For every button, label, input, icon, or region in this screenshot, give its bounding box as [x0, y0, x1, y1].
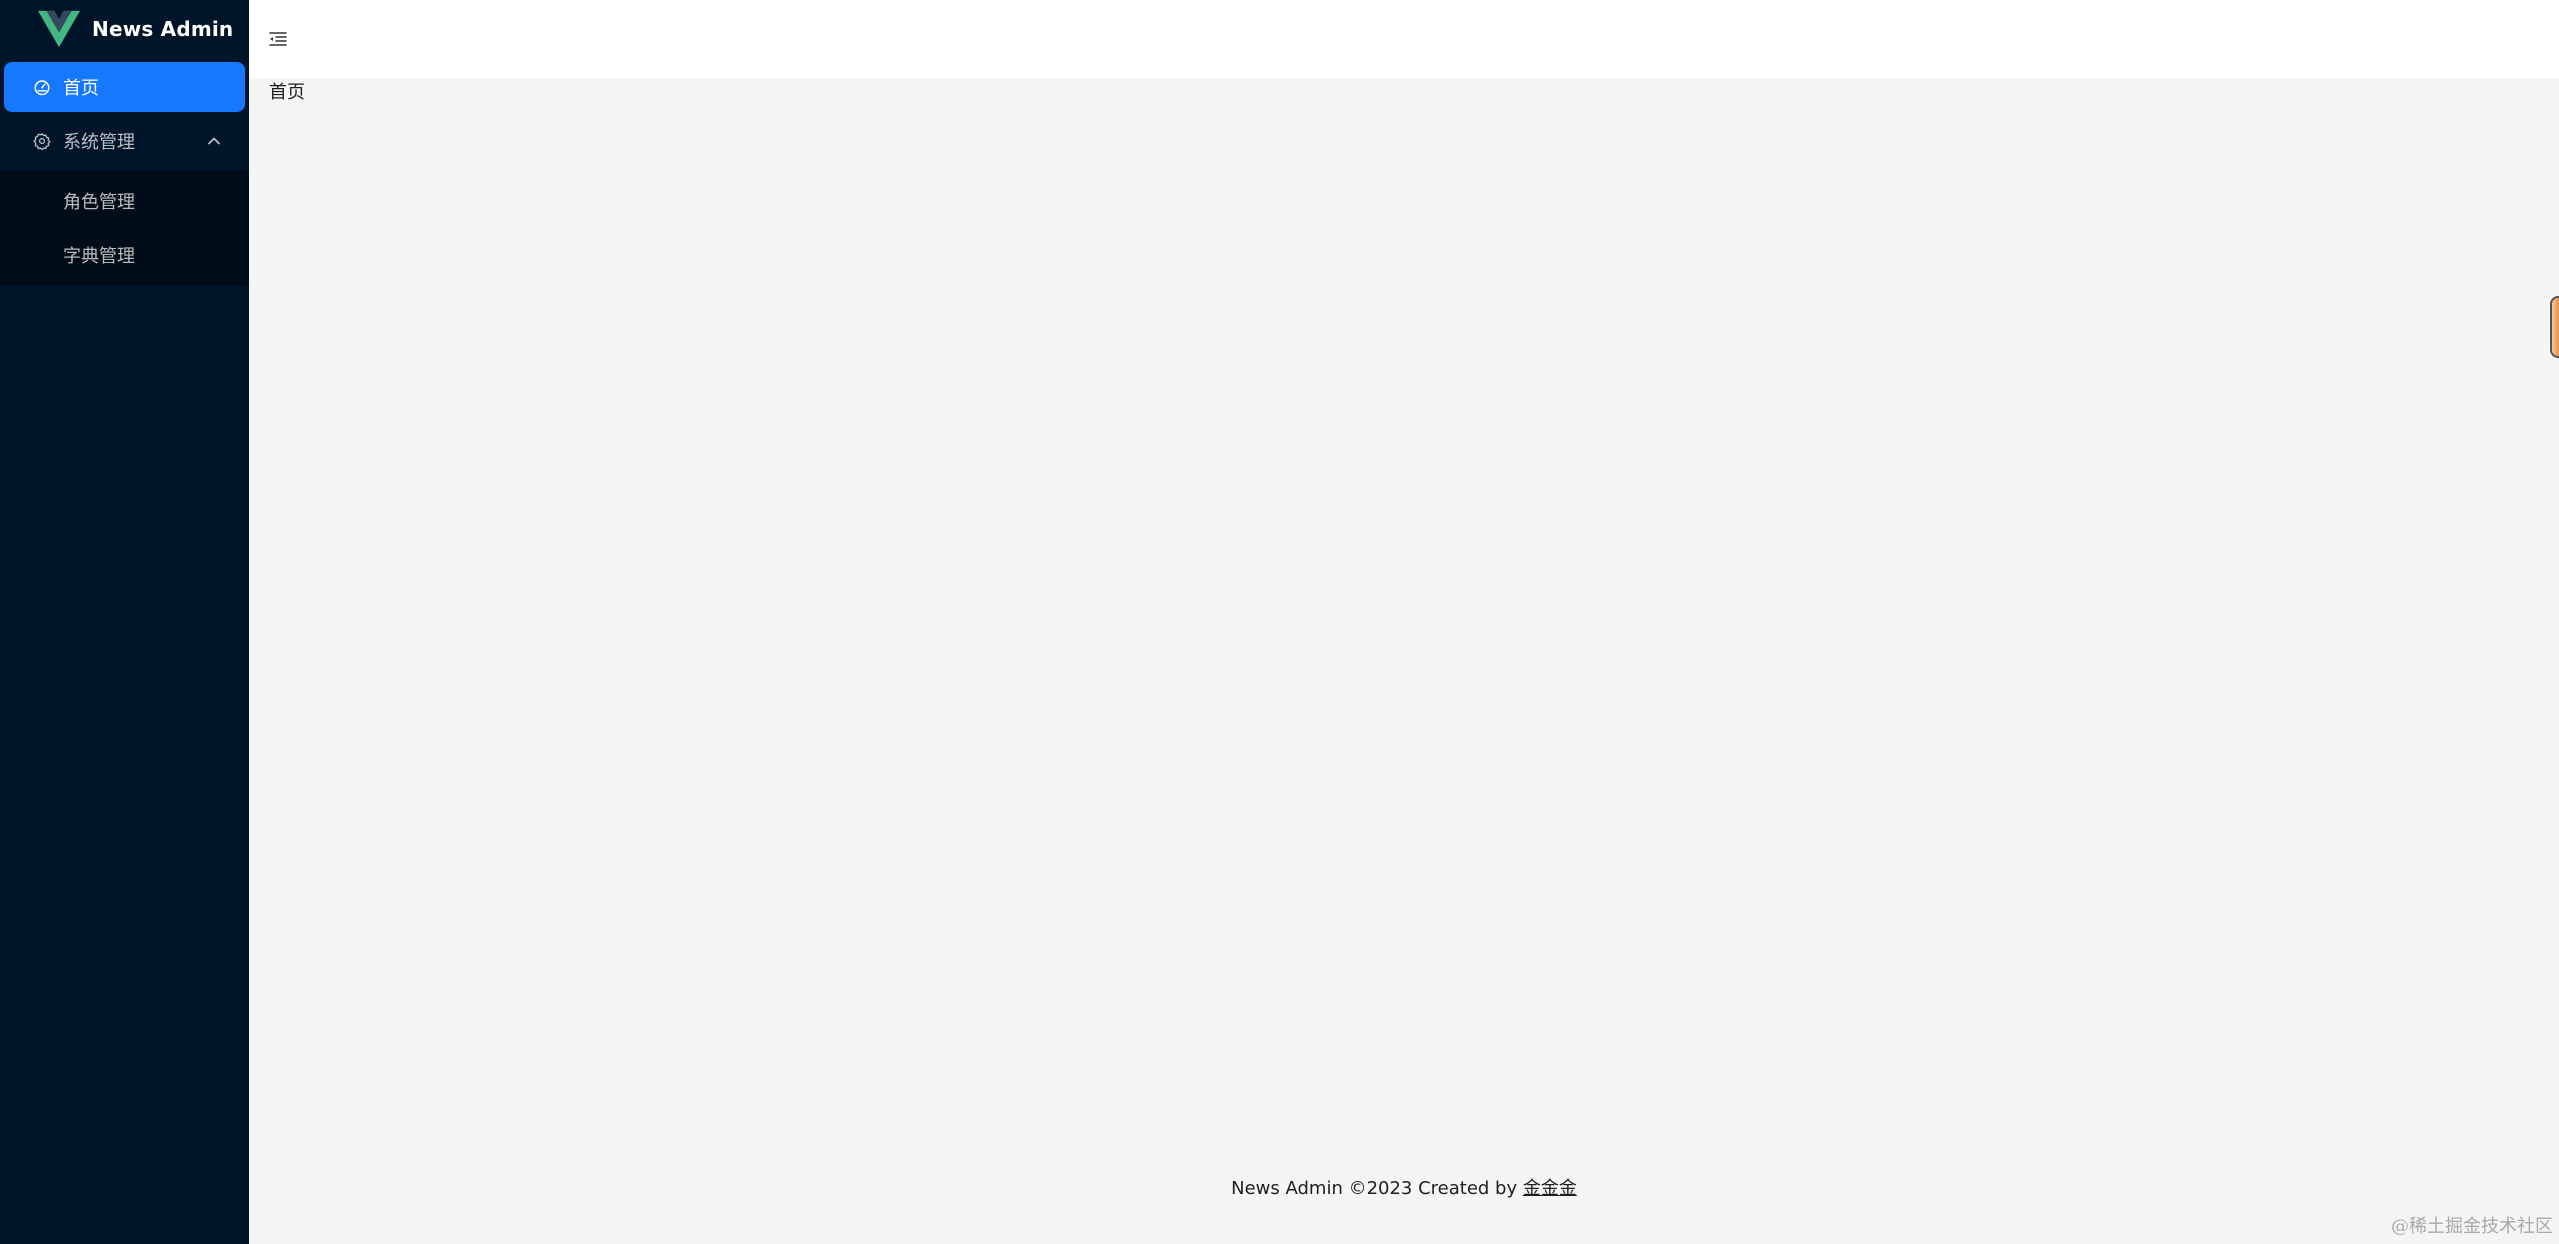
content: 首页: [249, 78, 2559, 1244]
sidebar-item-system[interactable]: 系统管理: [0, 116, 249, 166]
submenu-system: 角色管理 字典管理: [0, 170, 249, 286]
footer-author-link[interactable]: 金金金: [1523, 1178, 1577, 1199]
logo-text: News Admin: [92, 17, 234, 41]
app-root: News Admin 首页 系统管理 角色管理 字典管理 首页 News Adm…: [0, 0, 2559, 1244]
menu-fold-icon[interactable]: [267, 28, 289, 50]
sidebar-item-label: 角色管理: [63, 192, 135, 213]
scrollbar-thumb[interactable]: [2550, 296, 2559, 358]
sidebar: News Admin 首页 系统管理 角色管理 字典管理: [0, 0, 249, 1244]
sidebar-item-dictionary-management[interactable]: 字典管理: [0, 228, 249, 282]
dashboard-icon: [32, 77, 52, 97]
sidebar-item-label: 系统管理: [63, 132, 135, 153]
main-area: 首页 News Admin ©2023 Created by 金金金 @稀土掘金…: [249, 0, 2559, 1244]
watermark: @稀土掘金技术社区: [2391, 1216, 2553, 1237]
page-title: 首页: [269, 82, 305, 103]
vue-logo-icon: [38, 10, 80, 48]
gear-icon: [32, 131, 52, 151]
sidebar-item-label: 首页: [63, 78, 99, 99]
footer-text: News Admin ©2023 Created by: [1231, 1178, 1523, 1199]
chevron-up-icon[interactable]: [207, 134, 221, 148]
logo[interactable]: News Admin: [0, 0, 249, 58]
sidebar-item-role-management[interactable]: 角色管理: [0, 174, 249, 228]
sidebar-item-home[interactable]: 首页: [4, 62, 245, 112]
footer: News Admin ©2023 Created by 金金金: [249, 1168, 2559, 1228]
sidebar-item-label: 字典管理: [63, 246, 135, 267]
header: [249, 0, 2559, 78]
